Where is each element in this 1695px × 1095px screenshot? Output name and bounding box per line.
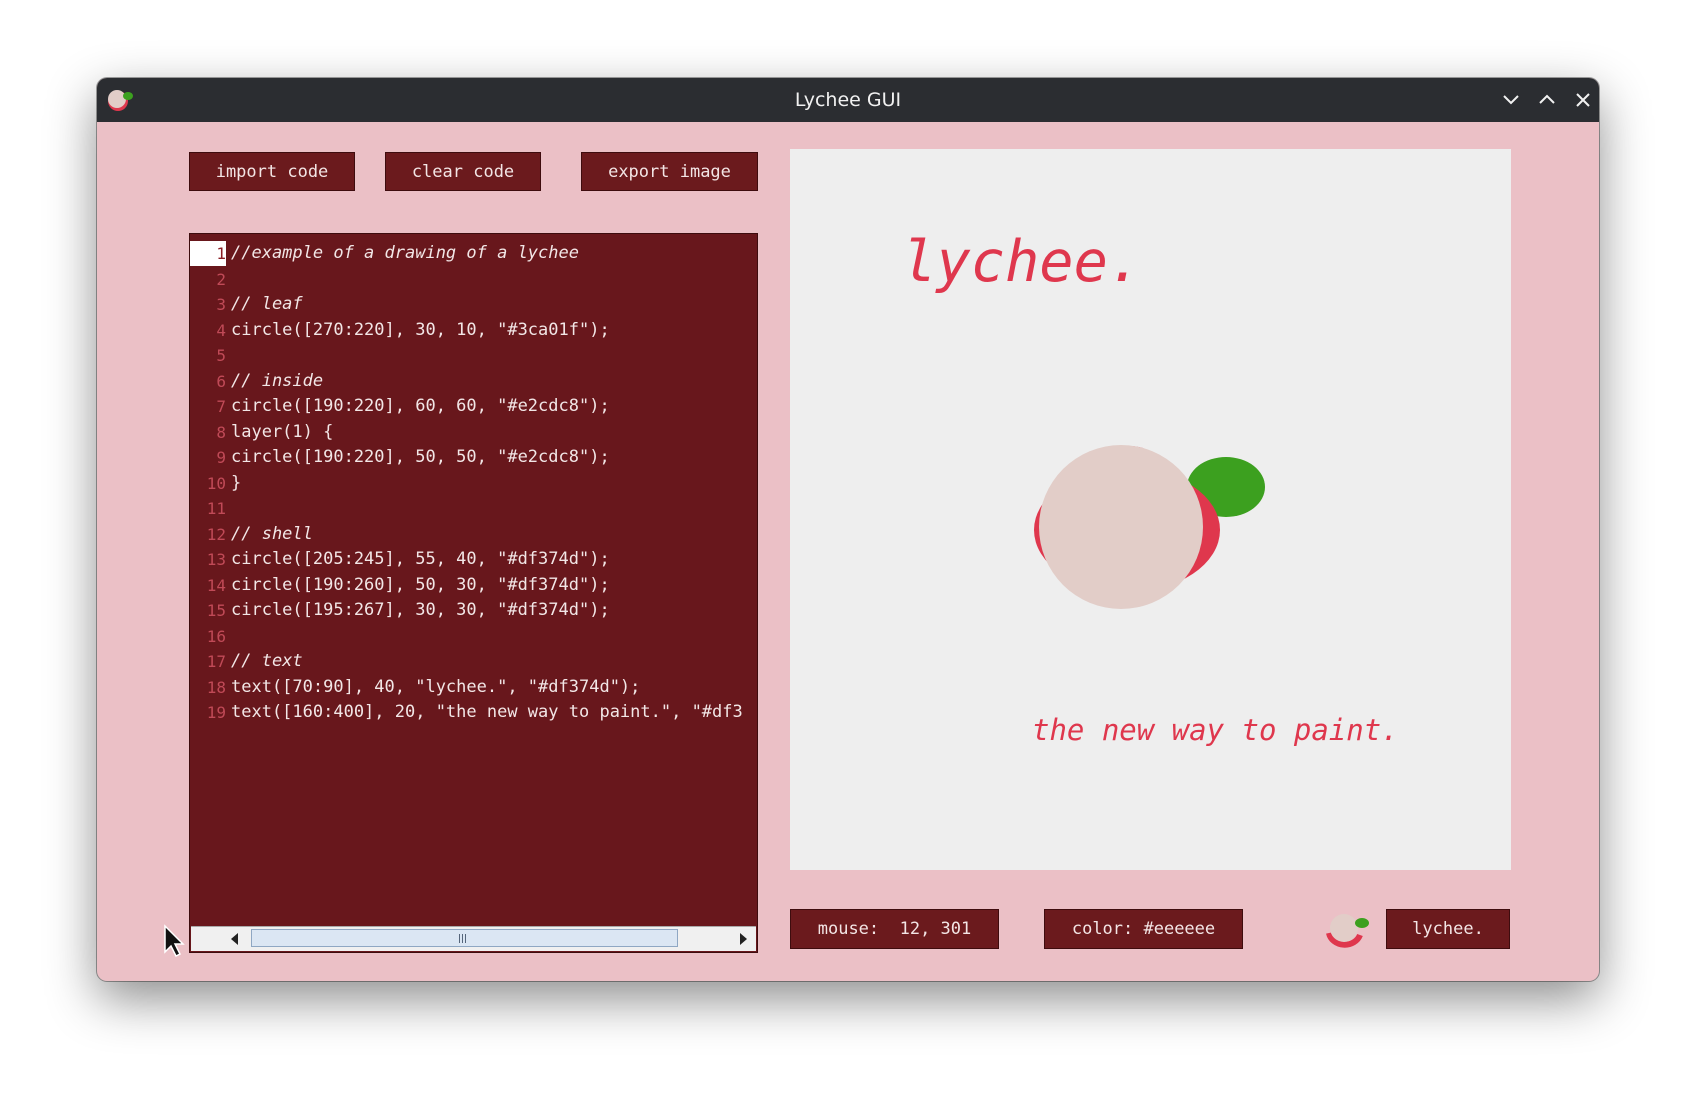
scroll-right-icon[interactable] <box>733 929 753 949</box>
line-number: 19 <box>206 703 226 722</box>
canvas-subtitle-text: the new way to paint. <box>1032 713 1399 747</box>
minimize-icon[interactable] <box>1497 87 1525 113</box>
line-number: 14 <box>206 575 226 595</box>
line-number: 9 <box>216 448 226 467</box>
code-line[interactable]: 9 circle([190:220], 50, 50, "#e2cdc8"); <box>190 445 757 470</box>
code-line[interactable]: 17 // text <box>190 649 757 674</box>
code-text: } <box>231 472 242 493</box>
line-number: 12 <box>206 524 226 544</box>
code-text: layer(1) { <box>231 421 334 442</box>
code-line[interactable]: 5 <box>190 343 757 368</box>
code-line[interactable]: 6// inside <box>190 369 757 394</box>
code-line[interactable]: 18 text([70:90], 40, "lychee.", "#df374d"… <box>190 675 757 700</box>
line-number: 6 <box>216 371 226 391</box>
code-text: // shell <box>231 523 313 544</box>
color-readout: color: #eeeeee <box>1044 909 1243 949</box>
lychee-logo-icon <box>1326 914 1369 948</box>
code-line[interactable]: 12// shell <box>190 522 757 547</box>
code-line[interactable]: 16 <box>190 624 757 649</box>
clear-code-button[interactable]: clear code <box>385 152 541 191</box>
code-text: circle([195:267], 30, 30, "#df374d"); <box>231 600 610 620</box>
line-number: 11 <box>206 499 226 518</box>
scroll-left-icon[interactable] <box>225 929 245 949</box>
code-line[interactable]: 10} <box>190 471 757 496</box>
inside-shape <box>1039 445 1203 609</box>
line-number: 2 <box>216 269 226 289</box>
line-number: 15 <box>206 601 226 620</box>
line-number: 4 <box>216 320 226 340</box>
horizontal-scrollbar[interactable] <box>191 926 756 951</box>
code-text: // leaf <box>231 294 303 314</box>
code-text: circle([270:220], 30, 10, "#3ca01f"); <box>231 319 610 340</box>
line-number: 18 <box>206 677 226 697</box>
line-number: 7 <box>216 397 226 416</box>
code-line[interactable]: 7 circle([190:220], 60, 60, "#e2cdc8"); <box>190 394 757 419</box>
code-text: circle([190:260], 50, 30, "#df374d"); <box>231 574 610 595</box>
drawing-canvas[interactable]: lychee. the new way to paint. <box>790 149 1511 870</box>
code-line[interactable]: 13 circle([205:245], 55, 40, "#df374d"); <box>190 547 757 572</box>
code-line[interactable]: 2 <box>190 267 757 292</box>
code-line[interactable]: 4 circle([270:220], 30, 10, "#3ca01f"); <box>190 318 757 343</box>
line-number: 8 <box>216 422 226 442</box>
code-line[interactable]: 8 layer(1) { <box>190 420 757 445</box>
line-number: 3 <box>216 295 226 314</box>
code-text: // inside <box>231 370 324 391</box>
line-number: 13 <box>206 550 226 569</box>
import-code-button[interactable]: import code <box>189 152 355 191</box>
close-icon[interactable] <box>1569 87 1597 113</box>
mouse-cursor-icon <box>164 924 185 958</box>
code-text: text([70:90], 40, "lychee.", "#df374d"); <box>231 676 641 697</box>
line-number: 10 <box>206 473 226 493</box>
code-text: // text <box>231 651 303 671</box>
code-text: circle([190:220], 60, 60, "#e2cdc8"); <box>231 396 610 416</box>
line-number: 5 <box>216 346 226 365</box>
scrollbar-thumb[interactable] <box>251 929 678 947</box>
canvas-drawing: lychee. the new way to paint. <box>902 229 1399 747</box>
line-number: 17 <box>206 652 226 671</box>
code-line[interactable]: 15 circle([195:267], 30, 30, "#df374d"); <box>190 598 757 623</box>
code-line[interactable]: 11 <box>190 496 757 521</box>
mouse-position-readout: mouse: 12, 301 <box>790 909 999 949</box>
code-text: text([160:400], 20, "the new way to pain… <box>231 702 743 722</box>
brand-label: lychee. <box>1386 909 1510 949</box>
code-text: circle([205:245], 55, 40, "#df374d"); <box>231 549 610 569</box>
line-number: 16 <box>206 626 226 646</box>
canvas-title-text: lychee. <box>902 229 1142 295</box>
export-image-button[interactable]: export image <box>581 152 758 191</box>
code-line[interactable]: 3 // leaf <box>190 292 757 317</box>
code-text: circle([190:220], 50, 50, "#e2cdc8"); <box>231 447 610 467</box>
maximize-icon[interactable] <box>1533 87 1561 113</box>
window-title: Lychee GUI <box>794 89 902 111</box>
code-text: //example of a drawing of a lychee <box>231 243 579 263</box>
code-line[interactable]: 19 text([160:400], 20, "the new way to pa… <box>190 700 757 725</box>
app-window: Lychee GUI import code clear code export… <box>97 78 1599 981</box>
code-editor[interactable]: 19 text([160:400], 20, "the new way to pa… <box>189 233 758 953</box>
title-bar[interactable]: Lychee GUI <box>97 78 1599 122</box>
line-number: 1 <box>190 241 226 266</box>
code-line[interactable]: 1//example of a drawing of a lychee <box>190 241 757 266</box>
code-line[interactable]: 14 circle([190:260], 50, 30, "#df374d"); <box>190 573 757 598</box>
